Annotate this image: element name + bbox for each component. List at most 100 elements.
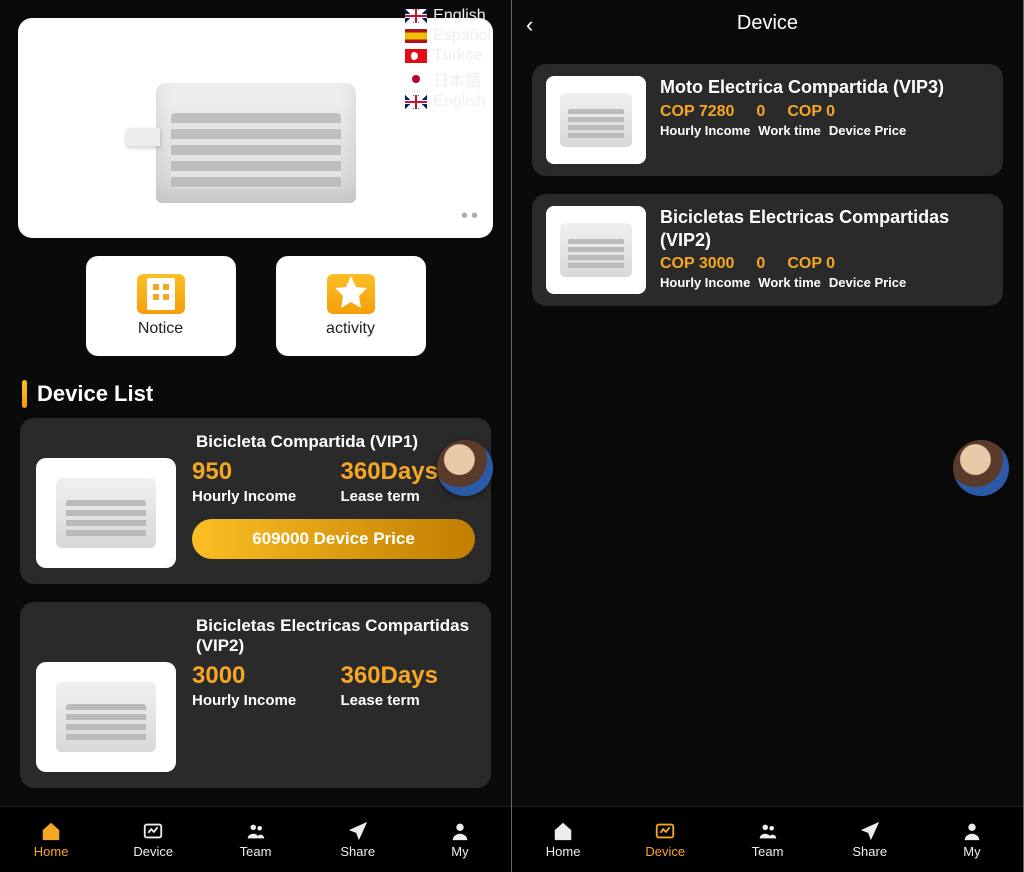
lang-japanese[interactable]: 日本語: [405, 66, 491, 92]
lang-label: 日本語: [433, 67, 481, 91]
notice-button[interactable]: Notice: [86, 256, 236, 356]
section-title: Device List: [37, 381, 153, 407]
lang-label: English: [433, 7, 485, 25]
device-title: Bicicletas Electricas Compartidas (VIP2): [196, 616, 475, 656]
hourly-income-value: COP 3000: [660, 255, 734, 273]
work-time-label: Work time: [758, 275, 821, 290]
lang-label: English: [433, 93, 485, 111]
support-avatar[interactable]: [953, 440, 1009, 496]
lang-turkish[interactable]: Türkçe: [405, 46, 491, 66]
work-time-value: 0: [756, 103, 765, 121]
hourly-income-label: Hourly Income: [660, 275, 750, 290]
device-price-value: COP 0: [787, 255, 835, 273]
share-icon: [345, 820, 371, 842]
device-list: Bicicleta Compartida (VIP1) 950 Hourly I…: [0, 418, 511, 806]
device-price-label: Device Price: [829, 275, 906, 290]
device-icon: [140, 820, 166, 842]
top-bar: ‹ Device: [512, 0, 1023, 46]
lease-term-label: Lease term: [341, 692, 476, 709]
nav-home[interactable]: Home: [0, 807, 102, 872]
nav-team[interactable]: Team: [204, 807, 306, 872]
device-list-header: Device List: [0, 366, 511, 418]
lang-label: Español: [433, 27, 491, 45]
nav-label: My: [451, 844, 468, 859]
hourly-income-label: Hourly Income: [192, 488, 327, 505]
device-title: Moto Electrica Compartida (VIP3): [660, 76, 989, 99]
device-thumb: [546, 76, 646, 164]
device-stats: 950 Hourly Income 360Days Lease term 609…: [192, 458, 475, 568]
hero-area: English Español Türkçe 日本語 English ••: [0, 0, 511, 238]
home-icon: [550, 820, 576, 842]
nav-label: Team: [240, 844, 272, 859]
device-price-value: COP 0: [787, 103, 835, 121]
hourly-income-value: 950: [192, 458, 327, 486]
share-icon: [857, 820, 883, 842]
device-thumb: [546, 206, 646, 294]
nav-label: Home: [546, 844, 581, 859]
lang-label: Türkçe: [433, 47, 482, 65]
nav-device[interactable]: Device: [614, 807, 716, 872]
hourly-income-label: Hourly Income: [192, 692, 327, 709]
bottom-nav: Home Device Team Share My: [0, 806, 511, 872]
nav-home[interactable]: Home: [512, 807, 614, 872]
nav-my[interactable]: My: [409, 807, 511, 872]
device-image: [106, 53, 406, 203]
device-card-vip2[interactable]: Bicicletas Electricas Compartidas (VIP2)…: [20, 602, 491, 788]
device-price-label: Device Price: [829, 123, 906, 138]
carousel-dots-icon: ••: [461, 205, 481, 228]
nav-label: Share: [340, 844, 375, 859]
work-time-value: 0: [756, 255, 765, 273]
nav-device[interactable]: Device: [102, 807, 204, 872]
lang-english[interactable]: English: [405, 6, 491, 26]
device-card-vip2-r[interactable]: Bicicletas Electricas Compartidas (VIP2)…: [532, 194, 1003, 306]
bottom-nav: Home Device Team Share My: [512, 806, 1023, 872]
language-list: English Español Türkçe 日本語 English: [405, 6, 491, 112]
lease-term-value: 360Days: [341, 662, 476, 690]
activity-button[interactable]: activity: [276, 256, 426, 356]
home-screen: English Español Türkçe 日本語 English •• No…: [0, 0, 512, 872]
star-icon: [327, 274, 375, 314]
uk-flag-icon: [405, 95, 427, 109]
nav-label: Home: [34, 844, 69, 859]
user-icon: [447, 820, 473, 842]
device-title: Bicicletas Electricas Compartidas (VIP2): [660, 206, 989, 251]
device-screen: ‹ Device Moto Electrica Compartida (VIP3…: [512, 0, 1024, 872]
support-avatar[interactable]: [437, 440, 493, 496]
activity-label: activity: [326, 320, 375, 338]
device-card-vip3[interactable]: Moto Electrica Compartida (VIP3) COP 728…: [532, 64, 1003, 176]
building-icon: [137, 274, 185, 314]
hourly-income-value: COP 7280: [660, 103, 734, 121]
device-title: Bicicleta Compartida (VIP1): [196, 432, 475, 452]
lang-spanish[interactable]: Español: [405, 26, 491, 46]
nav-share[interactable]: Share: [307, 807, 409, 872]
uk-flag-icon: [405, 9, 427, 23]
device-price-button[interactable]: 609000 Device Price: [192, 519, 475, 559]
hourly-income-value: 3000: [192, 662, 327, 690]
team-icon: [243, 820, 269, 842]
work-time-label: Work time: [758, 123, 821, 138]
nav-share[interactable]: Share: [819, 807, 921, 872]
notice-label: Notice: [138, 320, 183, 338]
team-icon: [755, 820, 781, 842]
device-icon: [652, 820, 678, 842]
page-title: Device: [737, 12, 798, 35]
nav-label: Team: [752, 844, 784, 859]
turkey-flag-icon: [405, 49, 427, 63]
action-row: Notice activity: [0, 238, 511, 366]
accent-bar-icon: [22, 380, 27, 408]
user-icon: [959, 820, 985, 842]
nav-label: Device: [133, 844, 173, 859]
device-thumb: [36, 662, 176, 772]
hourly-income-label: Hourly Income: [660, 123, 750, 138]
device-card-vip1[interactable]: Bicicleta Compartida (VIP1) 950 Hourly I…: [20, 418, 491, 584]
japan-flag-icon: [405, 72, 427, 86]
nav-label: My: [963, 844, 980, 859]
nav-label: Device: [645, 844, 685, 859]
nav-my[interactable]: My: [921, 807, 1023, 872]
device-stats: 3000 Hourly Income 360Days Lease term: [192, 662, 475, 772]
nav-team[interactable]: Team: [716, 807, 818, 872]
back-button[interactable]: ‹: [526, 12, 533, 38]
lang-english-2[interactable]: English: [405, 92, 491, 112]
home-icon: [38, 820, 64, 842]
nav-label: Share: [852, 844, 887, 859]
